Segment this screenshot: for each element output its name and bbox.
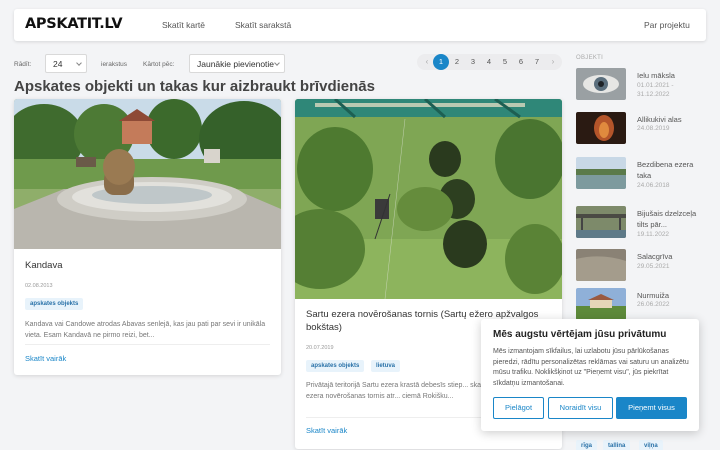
cookie-text: Mēs izmantojam sīkfailus, lai uzlabotu j…	[493, 348, 689, 387]
sidebar-item-date: 01.01.2021 - 31.12.2022	[637, 82, 674, 98]
tag-tallina[interactable]: tallina	[603, 440, 631, 450]
tag-lietuva[interactable]: lietuva	[371, 360, 401, 372]
sidebar-item-title[interactable]: Bezdibena ezera taka	[637, 159, 707, 181]
sidebar-thumbnail[interactable]	[576, 288, 626, 320]
page-5[interactable]: 5	[497, 54, 513, 70]
per-page-value: 24	[53, 59, 63, 69]
tag-vilna[interactable]: viļņa	[639, 440, 663, 450]
show-label: Rādīt:	[14, 61, 32, 68]
sidebar-heading: OBJEKTI	[576, 55, 604, 61]
sidebar-item-date: 24.08.2019	[637, 125, 670, 132]
sidebar-item[interactable]: Bijušais dzelzceļa tilts pār... 19.11.20…	[576, 206, 706, 240]
sidebar-item-title[interactable]: Bijušais dzelzceļa tilts pār...	[637, 208, 707, 230]
sidebar-item-title[interactable]: Ielu māksla	[637, 70, 707, 81]
sort-select[interactable]: Jaunākie pievienotie	[189, 54, 285, 73]
nav-map-view[interactable]: Skatīt kartē	[162, 20, 205, 30]
sort-label: Kārtot pēc:	[143, 61, 175, 68]
card-date: 20.07.2019	[306, 345, 334, 351]
tag-apskates-objekts[interactable]: apskates objekts	[306, 360, 365, 372]
site-logo[interactable]: APSKATIT.LV	[25, 16, 123, 32]
sidebar-item[interactable]: Allikukivi alas 24.08.2019	[576, 112, 706, 146]
sidebar-item-date: 19.11.2022	[637, 231, 670, 238]
read-more-link[interactable]: Skatīt vairāk	[306, 426, 347, 435]
card-date: 02.08.2013	[25, 283, 53, 289]
card-title[interactable]: Kandava	[25, 259, 63, 272]
tag-apskates-objekts[interactable]: apskates objekts	[25, 298, 84, 310]
sidebar-thumbnail[interactable]	[576, 68, 626, 100]
sidebar-item[interactable]: Ielu māksla 01.01.2021 - 31.12.2022	[576, 68, 706, 102]
nav-list-view[interactable]: Skatīt sarakstā	[235, 20, 291, 30]
card-image[interactable]	[14, 99, 281, 249]
logo-text: APSKATIT.LV	[25, 16, 123, 32]
sidebar-thumbnail[interactable]	[576, 206, 626, 238]
next-page-button[interactable]: ›	[545, 54, 561, 70]
cookie-title: Mēs augstu vērtējam jūsu privātumu	[493, 329, 667, 340]
per-page-select[interactable]: 24	[45, 54, 87, 73]
sort-value: Jaunākie pievienotie	[197, 59, 275, 69]
accept-all-button[interactable]: Pieņemt visus	[616, 397, 687, 419]
top-header: APSKATIT.LV Skatīt kartē Skatīt sarakstā…	[14, 9, 706, 41]
card-image[interactable]	[295, 99, 562, 299]
tag-riga[interactable]: rīga	[576, 440, 598, 450]
read-more-link[interactable]: Skatīt vairāk	[25, 354, 66, 363]
reject-all-button[interactable]: Noraidīt visu	[548, 397, 613, 419]
pagination: ‹ 1 2 3 4 5 6 7 ›	[417, 54, 562, 70]
object-card[interactable]: Kandava 02.08.2013 apskates objekts Kand…	[14, 99, 281, 375]
sidebar-item-date: 26.06.2022	[637, 301, 670, 308]
sidebar-item-date: 29.05.2021	[637, 263, 670, 270]
sidebar-thumbnail[interactable]	[576, 112, 626, 144]
per-page-suffix: ierakstus	[101, 61, 128, 68]
sidebar-item[interactable]: Bezdibena ezera taka 24.06.2018	[576, 157, 706, 191]
page-7[interactable]: 7	[529, 54, 545, 70]
chevron-down-icon	[274, 60, 280, 66]
sidebar-item-date: 24.06.2018	[637, 182, 670, 189]
page-3[interactable]: 3	[465, 54, 481, 70]
page-4[interactable]: 4	[481, 54, 497, 70]
card-excerpt: Kandava vai Candowe atrodas Abavas senle…	[25, 321, 266, 339]
cookie-consent-dialog: Mēs augstu vērtējam jūsu privātumu Mēs i…	[481, 319, 699, 431]
page-2[interactable]: 2	[449, 54, 465, 70]
card-divider	[25, 344, 270, 345]
page-1[interactable]: 1	[433, 54, 449, 70]
customize-button[interactable]: Pielāgot	[493, 397, 544, 419]
sidebar-thumbnail[interactable]	[576, 249, 626, 281]
page-title: Apskates objekti un takas kur aizbraukt …	[14, 78, 375, 95]
sidebar-item[interactable]: Nurmuiža 26.06.2022	[576, 288, 706, 322]
sidebar-item[interactable]: Salacgrīva 29.05.2021	[576, 249, 706, 283]
page-6[interactable]: 6	[513, 54, 529, 70]
chevron-down-icon	[76, 60, 82, 66]
sidebar-thumbnail[interactable]	[576, 157, 626, 189]
nav-about[interactable]: Par projektu	[644, 20, 690, 30]
sidebar-item-title[interactable]: Salacgrīva	[637, 251, 707, 262]
